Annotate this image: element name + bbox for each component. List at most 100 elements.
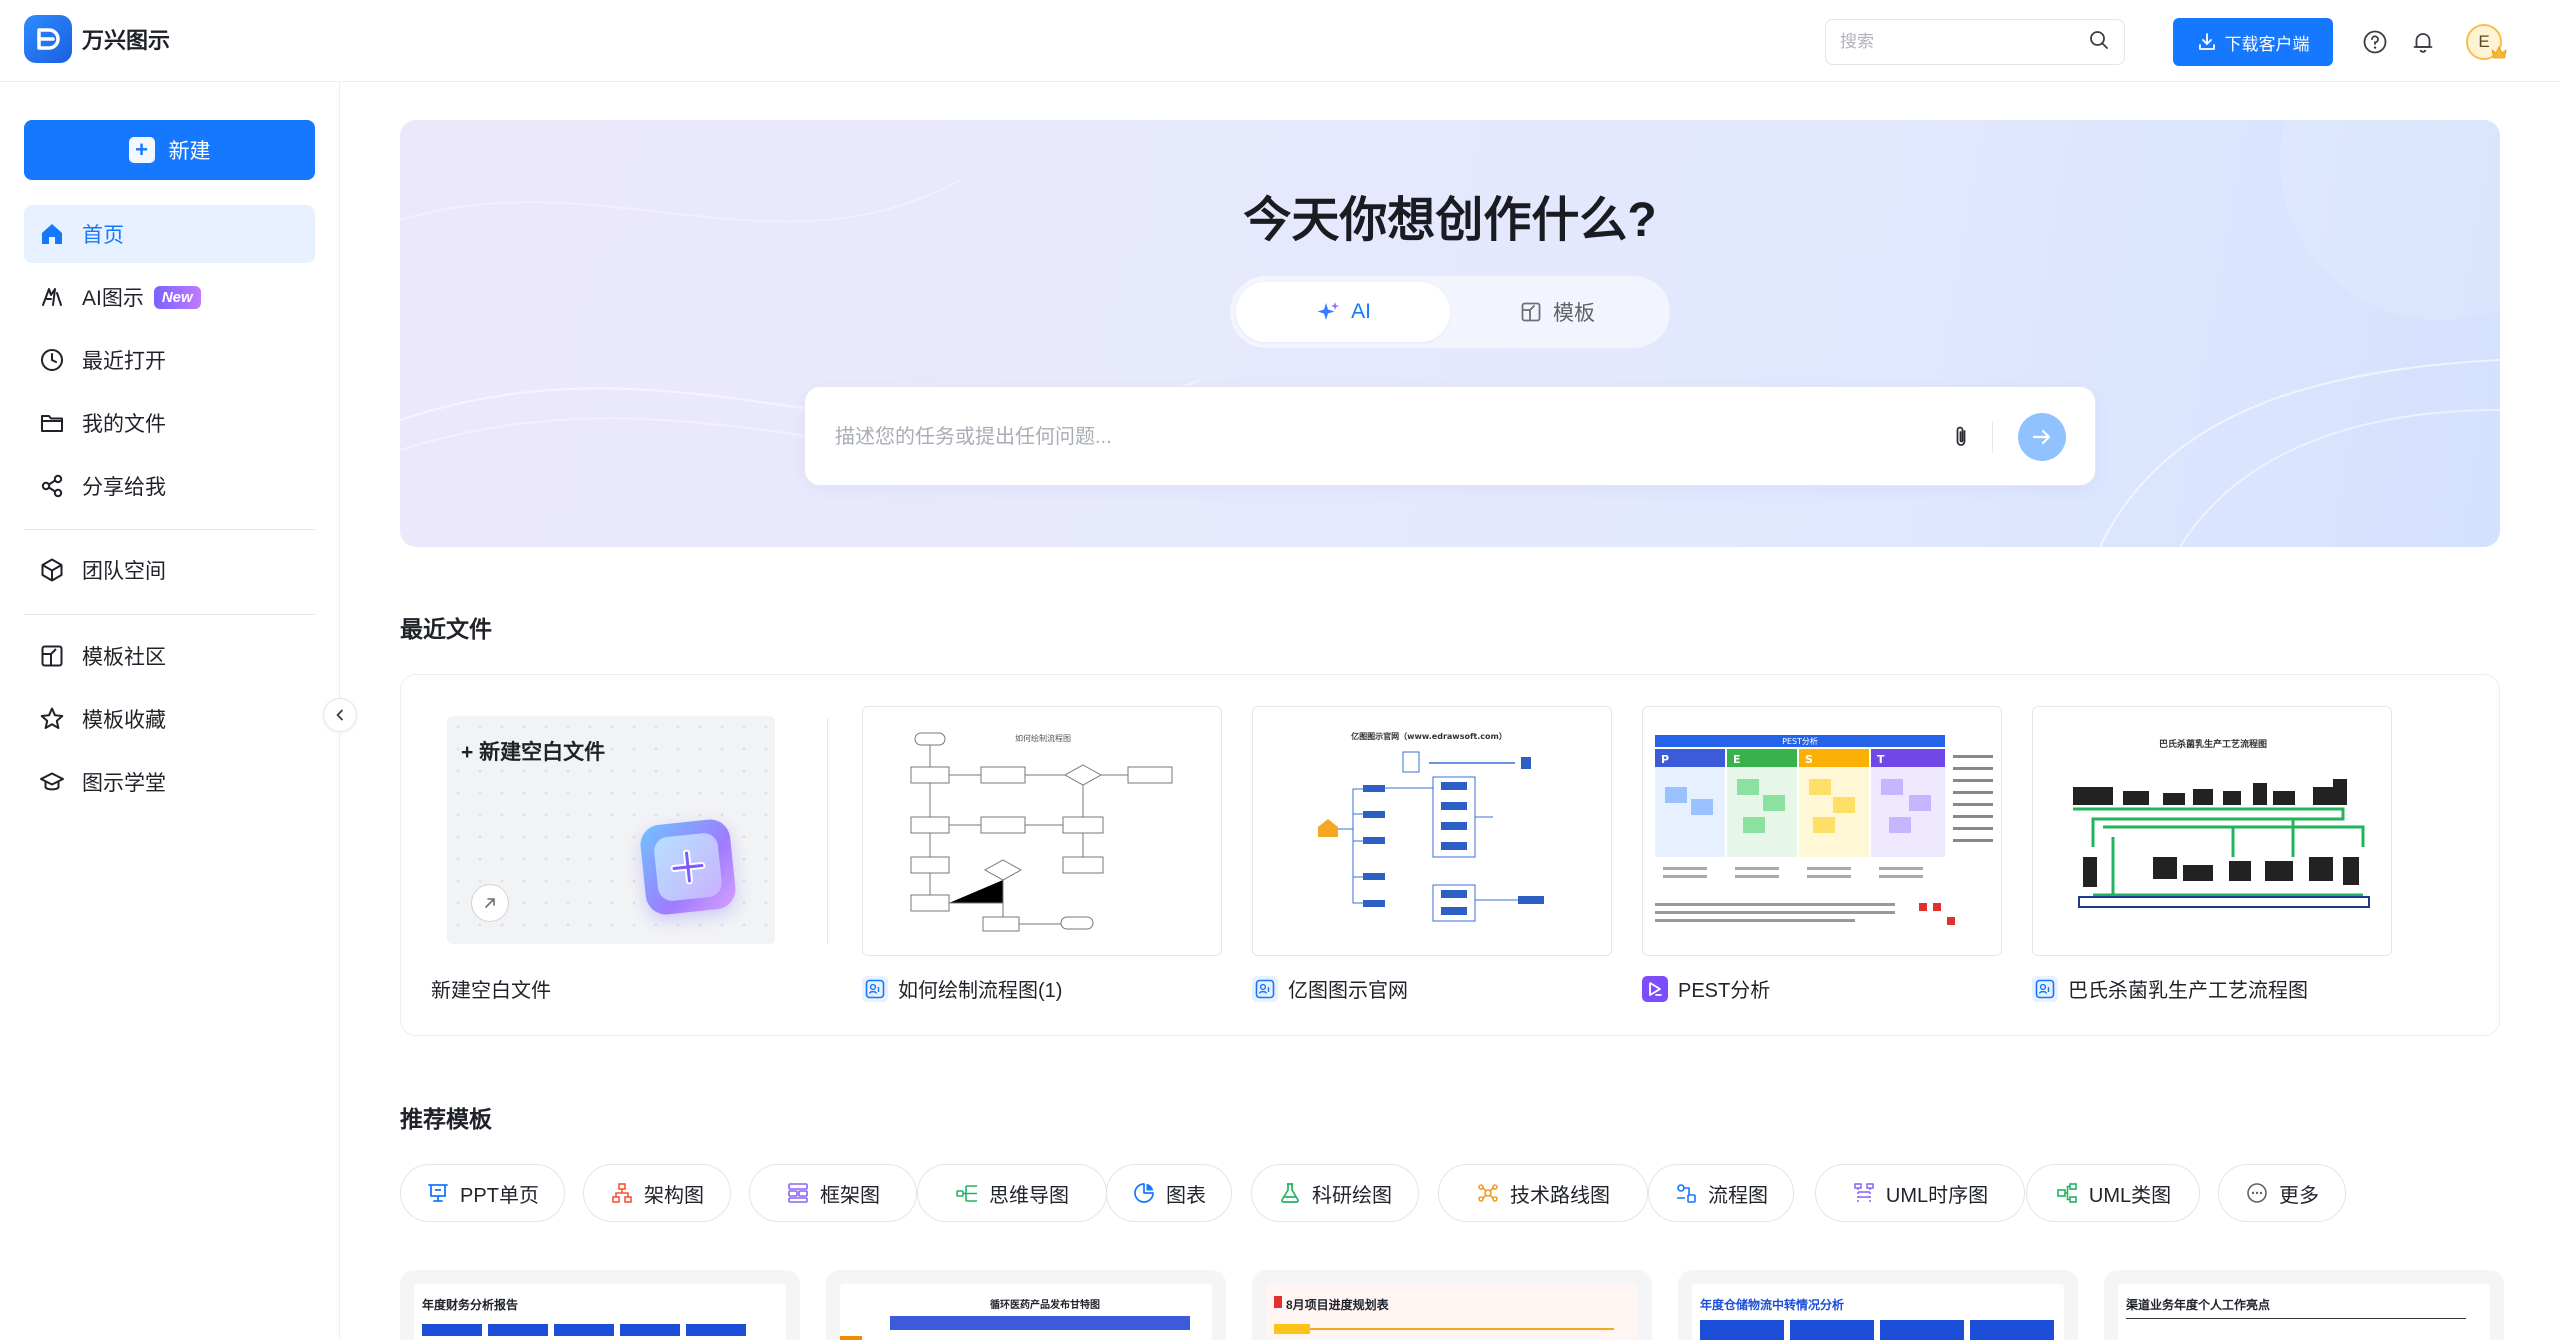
chip-architecture[interactable]: 架构图 [583,1164,731,1222]
sidebar-item-label: 分享给我 [82,476,166,499]
chip-tech-roadmap[interactable]: 技术路线图 [1438,1164,1648,1222]
pest-preview: PEST分析 P E S T [1655,735,1993,925]
clock-icon [41,349,63,371]
template-card[interactable]: 年度财务分析报告 [400,1270,800,1340]
file-thumbnail-flowchart[interactable]: 如何绘制流程图 [862,706,1222,956]
sidebar-item-label: 图示学堂 [82,772,166,795]
framework-icon [788,1183,808,1203]
template-card[interactable]: 渠道业务年度个人工作亮点 [2104,1270,2504,1340]
chip-ppt[interactable]: PPT单页 [400,1164,565,1222]
template-decoration [1274,1328,1614,1330]
bell-icon[interactable] [2405,24,2441,60]
flask-icon [1281,1183,1299,1203]
chip-uml-sequence[interactable]: UML时序图 [1815,1164,2025,1222]
hero-banner: 今天你想创作什么? AI 模板 [400,120,2500,547]
template-preview: 循环医药产品发布甘特图 [840,1284,1212,1340]
chip-chart[interactable]: 图表 [1106,1164,1232,1222]
chip-mindmap[interactable]: 思维导图 [917,1164,1107,1222]
new-blank-file-card[interactable]: + 新建空白文件 [447,716,775,944]
top-bar: 万兴图示 下载客户端 E [0,0,2560,82]
template-card[interactable]: 年度仓储物流中转情况分析 [1678,1270,2078,1340]
file-item-pest[interactable]: PEST分析 [1642,974,1770,1003]
plus-icon: + [128,137,155,163]
prompt-divider [1992,421,1993,453]
template-card[interactable]: 8月项目进度规划表 [1252,1270,1652,1340]
chip-more[interactable]: 更多 [2218,1164,2346,1222]
chevron-left-icon [336,709,343,721]
chip-flowchart[interactable]: 流程图 [1648,1164,1794,1222]
file-item-flowchart[interactable]: 如何绘制流程图(1) [862,974,1062,1003]
search-icon[interactable] [2088,29,2110,56]
new-button[interactable]: + 新建 [24,120,315,180]
uml-sequence-icon [1854,1183,1874,1202]
big-plus-icon [638,817,738,917]
arrow-up-right-icon [471,884,509,922]
template-preview: 年度财务分析报告 [414,1284,786,1340]
tab-ai-label: AI [1351,300,1371,323]
sidebar-divider [24,529,315,530]
chip-label: 科研绘图 [1312,1184,1392,1207]
file-thumbnail-pest[interactable]: PEST分析 P E S T [1642,706,2002,956]
template-decoration [1700,1320,2054,1340]
sidebar-item-template-community[interactable]: 模板社区 [24,627,315,685]
svg-text:S: S [1805,753,1813,766]
sidebar-divider [24,614,315,615]
sidebar-item-label: 模板社区 [82,646,166,669]
chip-framework[interactable]: 框架图 [749,1164,917,1222]
paperclip-icon[interactable] [1943,419,1979,455]
sidebar-item-recent[interactable]: 最近打开 [24,331,315,389]
app-logo[interactable]: 万兴图示 [24,15,170,63]
prompt-box [804,386,2096,486]
tab-ai[interactable]: AI [1236,282,1450,342]
send-button[interactable] [2018,413,2066,461]
template-icon [1521,302,1541,322]
file-name: 如何绘制流程图(1) [898,980,1063,1002]
recent-divider [827,718,828,944]
sidebar-item-home[interactable]: 首页 [24,205,315,263]
flowchart-preview: 如何绘制流程图 [910,732,1173,932]
chip-research[interactable]: 科研绘图 [1251,1164,1419,1222]
template-preview: 8月项目进度规划表 [1266,1284,1638,1340]
help-icon[interactable] [2357,24,2393,60]
mindmap-icon [956,1185,977,1202]
sidebar-item-label: 首页 [82,224,124,247]
chip-label: UML时序图 [1885,1184,1989,1207]
sidebar-item-team-space[interactable]: 团队空间 [24,541,315,599]
search-input[interactable] [1840,32,2088,52]
chip-uml-class[interactable]: UML类图 [2026,1164,2200,1222]
sidebar-item-ai-diagram[interactable]: AI图示 New [24,268,315,326]
sidebar-item-academy[interactable]: 图示学堂 [24,753,315,811]
download-icon [2198,33,2215,50]
flowchart-icon [1677,1184,1696,1203]
file-thumbnail-website[interactable]: 亿图图示官网（www.edrawsoft.com） [1252,706,1612,956]
sidebar-item-my-files[interactable]: 我的文件 [24,394,315,452]
sparkle-icon [1317,302,1340,320]
star-icon [40,707,64,729]
template-decoration [422,1324,746,1336]
search-box[interactable] [1825,19,2125,65]
sidebar-item-shared[interactable]: 分享给我 [24,457,315,515]
team-file-icon [862,975,888,1002]
template-decoration [840,1336,862,1340]
template-title: 循环医药产品发布甘特图 [990,1300,1100,1311]
collapse-sidebar-button[interactable] [323,698,357,732]
vip-crown-icon [2490,44,2508,62]
file-item-website[interactable]: 亿图图示官网 [1252,974,1408,1003]
tab-template[interactable]: 模板 [1450,282,1664,342]
home-icon [42,224,62,244]
sidebar-item-label: AI图示 [82,287,144,310]
file-item-process[interactable]: 巴氏杀菌乳生产工艺流程图 [2032,974,2308,1003]
prompt-input[interactable] [835,417,1915,457]
template-title: 年度财务分析报告 [422,1298,519,1312]
blank-file-label[interactable]: 新建空白文件 [431,974,551,1003]
template-card[interactable]: 循环医药产品发布甘特图 [826,1270,1226,1340]
graduation-cap-icon [40,772,64,791]
presentation-icon [428,1184,448,1202]
template-preview: 渠道业务年度个人工作亮点 [2118,1284,2490,1340]
chip-label: 思维导图 [989,1184,1069,1207]
file-thumbnail-process[interactable]: 巴氏杀菌乳生产工艺流程图 [2032,706,2392,956]
download-client-button[interactable]: 下载客户端 [2173,18,2333,66]
template-decoration [2126,1318,2466,1319]
sidebar-item-template-favorites[interactable]: 模板收藏 [24,690,315,748]
process-flow-preview: 巴氏杀菌乳生产工艺流程图 [2073,738,2370,908]
